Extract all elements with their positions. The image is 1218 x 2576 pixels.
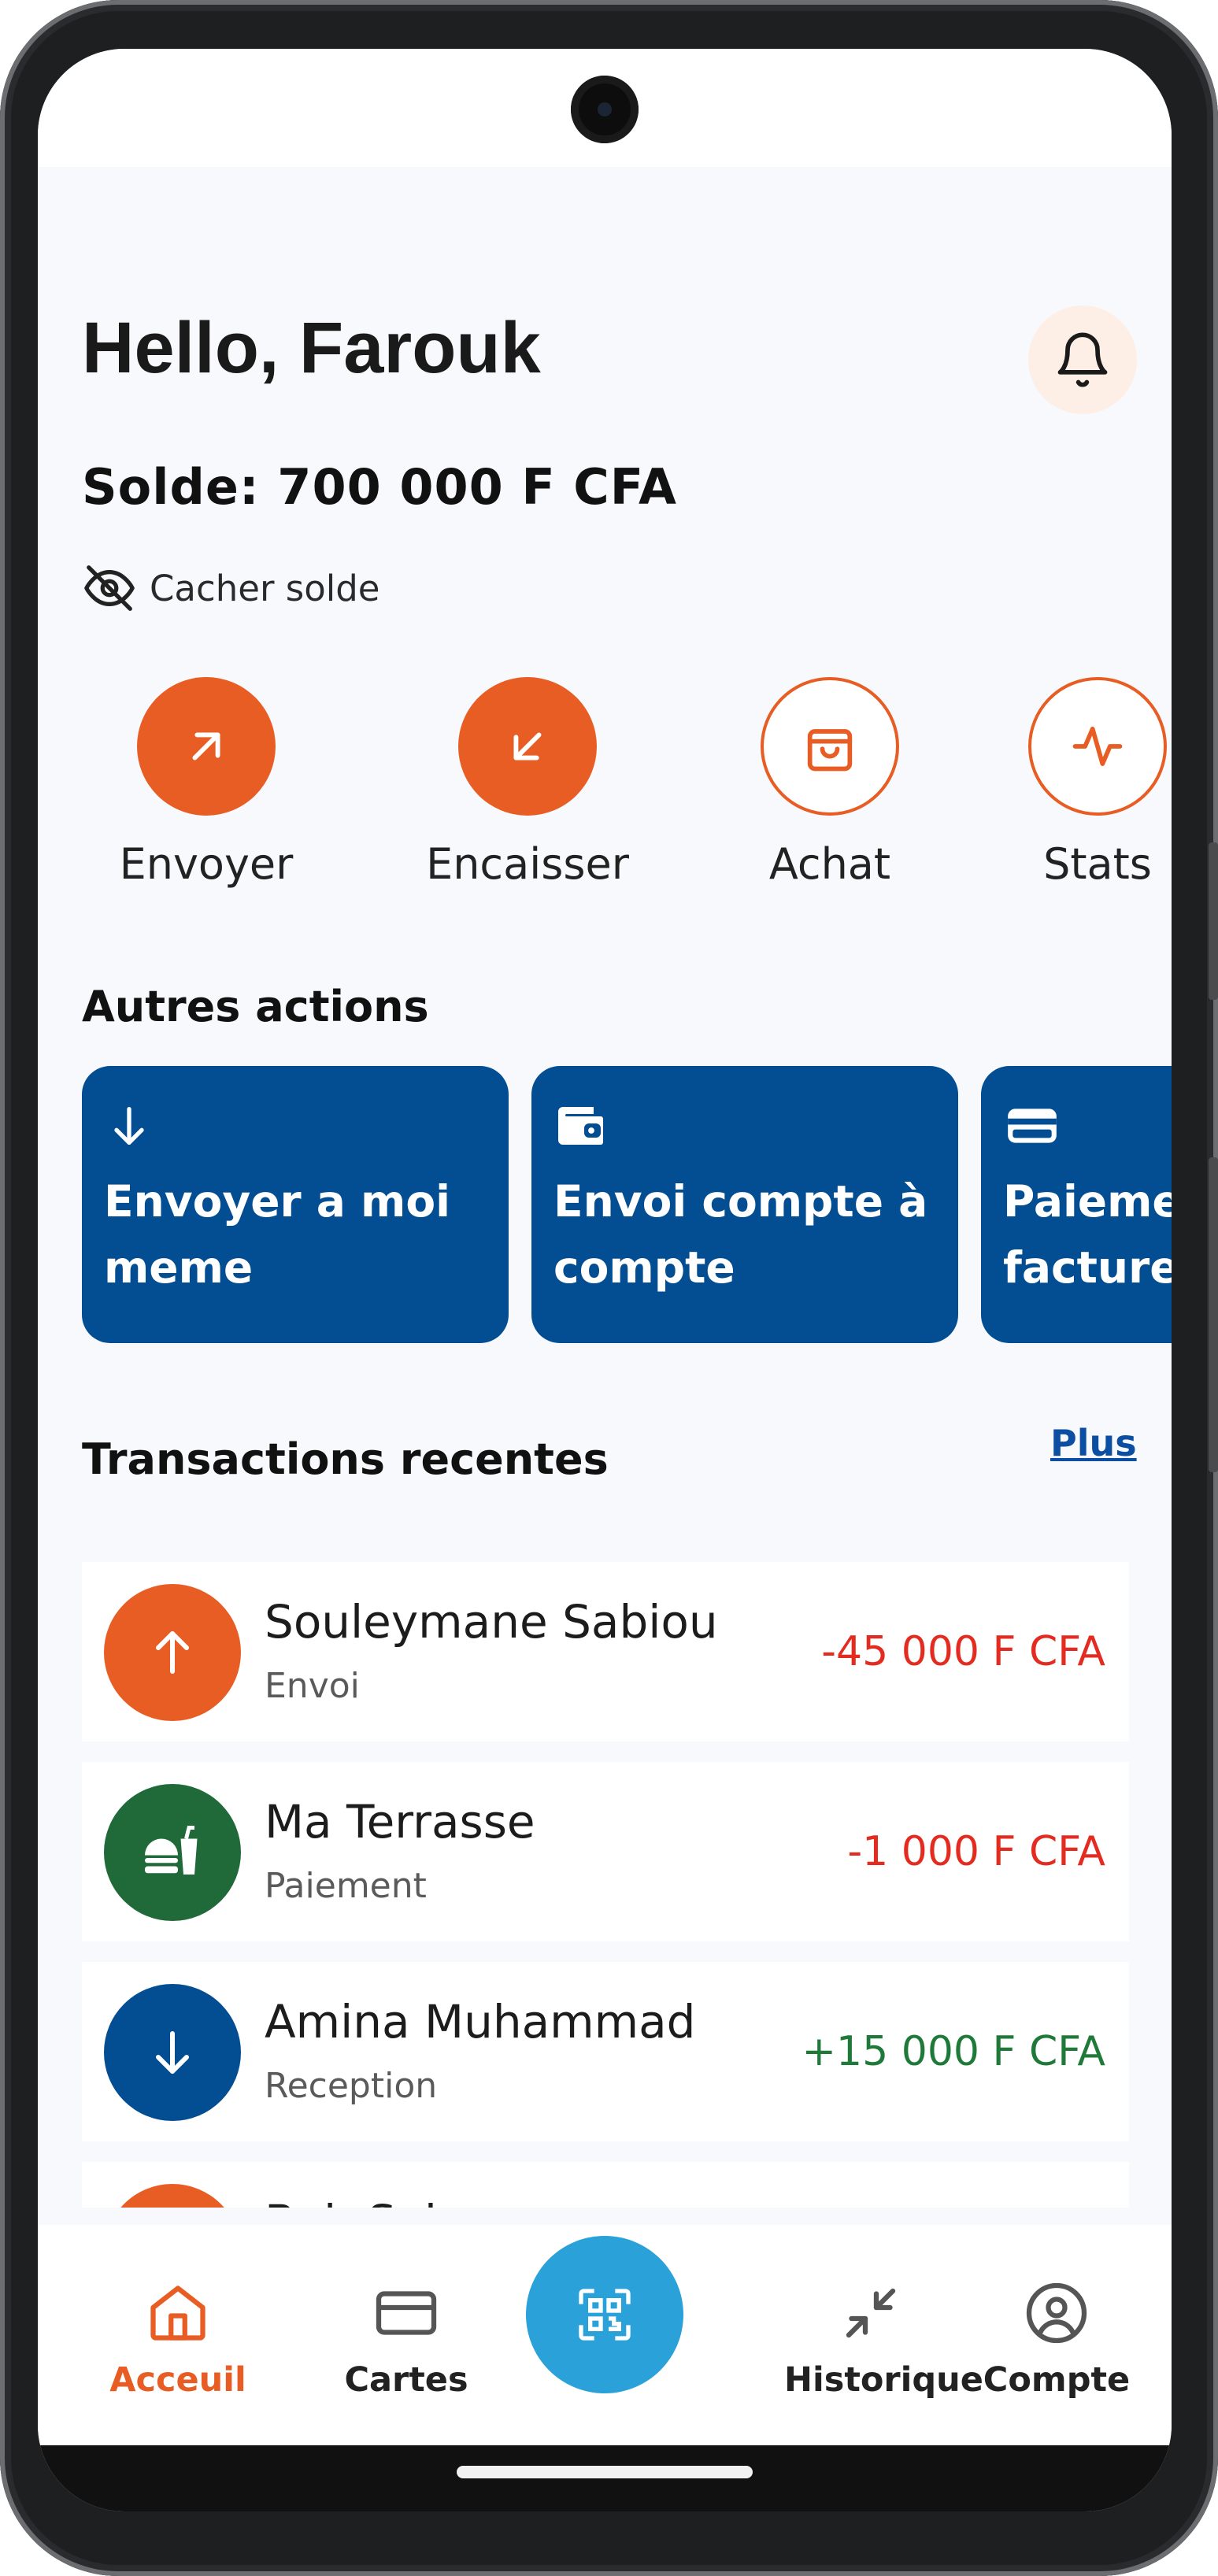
transaction-name: Amina Muhammad [265,1995,696,2049]
card-title-line: facture [1003,1242,1172,1293]
user-circle-icon [1026,2282,1087,2344]
card-title-line: Paiement [1003,1176,1172,1227]
arrow-up-right-icon [192,732,220,761]
stats-action-circle[interactable] [1028,677,1167,816]
food-icon [145,1826,198,1875]
front-camera [571,76,639,143]
hide-balance-label: Cacher solde [150,567,380,609]
stats-action-label: Stats [1043,839,1152,889]
purchase-action[interactable]: Achat [712,677,948,889]
send-to-self-card[interactable]: Envoyer a moi meme [82,1066,509,1343]
balance-text: Solde: 700 000 F CFA [82,458,677,516]
volume-button [1209,842,1218,1000]
collapse-arrows-icon [846,2288,896,2338]
arrow-up-icon [156,1631,189,1674]
nav-account[interactable]: Compte [970,2280,1143,2400]
send-action[interactable]: Envoyer [88,677,324,889]
transactions-list: Souleymane Sabiou Envoi -45 000 F CFA Ma… [82,1562,1129,2208]
transaction-type: Paiement [265,1866,427,1906]
transaction-row[interactable]: Ma Terrasse Paiement -1 000 F CFA [82,1762,1129,1941]
scan-qr-button[interactable] [526,2236,683,2393]
card-title-line: Envoyer a moi [104,1176,450,1227]
screen: Hello, Farouk Solde: 700 000 F CFA Cache… [38,49,1172,2511]
transaction-row[interactable]: Souleymane Sabiou Envoi -45 000 F CFA [82,1562,1129,1741]
phone-frame: Hello, Farouk Solde: 700 000 F CFA Cache… [0,0,1218,2576]
nav-home-label: Acceuil [109,2360,246,2400]
other-actions-title: Autres actions [82,982,429,1031]
greeting-title: Hello, Farouk [82,308,541,388]
transaction-amount: +15 000 F CFA [802,2028,1105,2075]
transaction-row[interactable]: Bob Salem [82,2162,1129,2208]
transaction-name: Souleymane Sabiou [265,1595,718,1649]
card-title-line: Envoi compte à [553,1176,928,1227]
notifications-button[interactable] [1028,305,1137,414]
gesture-area [38,2445,1172,2511]
card-icon [1008,1108,1057,1143]
transaction-avatar [104,1984,241,2121]
transaction-type: Reception [265,2066,438,2106]
bottom-navigation: Acceuil Cartes Historique Compte [38,2225,1172,2445]
arrow-down-icon [114,1107,144,1145]
nav-cards[interactable]: Cartes [320,2280,493,2400]
transaction-avatar [104,1784,241,1921]
send-action-label: Envoyer [119,839,294,889]
power-button [1209,1157,1218,1472]
stats-action[interactable]: Stats [979,677,1172,889]
shopping-bag-icon [807,729,853,772]
arrow-down-left-icon [513,732,542,761]
card-title-line: meme [104,1242,254,1293]
transactions-title: Transactions recentes [82,1434,609,1484]
account-transfer-card[interactable]: Envoi compte à compte [531,1066,958,1343]
transaction-name: Ma Terrasse [265,1795,535,1849]
bell-icon [1057,332,1108,387]
transaction-avatar [104,1584,241,1721]
send-action-circle[interactable] [137,677,276,816]
nav-home[interactable]: Acceuil [91,2280,265,2400]
purchase-action-circle[interactable] [761,677,899,816]
home-icon [150,2285,205,2341]
other-actions-carousel[interactable]: Envoyer a moi meme Envoi compte à compte P… [82,1066,1172,1343]
collect-action-label: Encaisser [426,839,629,889]
activity-icon [1072,726,1123,767]
status-bar [38,49,1172,167]
eye-off-icon [84,565,135,611]
transaction-avatar [104,2184,241,2208]
transaction-type: Envoi [265,1666,360,1706]
nav-cards-label: Cartes [344,2360,468,2400]
hide-balance-toggle[interactable]: Cacher solde [82,561,379,616]
collect-action[interactable]: Encaisser [409,677,646,889]
home-content: Hello, Farouk Solde: 700 000 F CFA Cache… [38,167,1172,2225]
transaction-name: Bob Salem [265,2195,509,2208]
collect-action-circle[interactable] [458,677,597,816]
purchase-action-label: Achat [768,839,891,889]
card-icon [376,2291,437,2335]
wallet-icon [558,1107,603,1145]
nav-history-label: Historique [784,2360,983,2400]
transaction-amount: -45 000 F CFA [821,1628,1105,1675]
nav-account-label: Compte [983,2360,1131,2400]
home-indicator[interactable] [457,2466,753,2478]
transaction-amount: -1 000 F CFA [847,1828,1105,1875]
qr-scan-icon [579,2289,631,2341]
card-title-line: compte [553,1242,735,1293]
nav-history[interactable]: Historique [784,2280,983,2400]
arrow-down-icon [156,2031,189,2074]
more-transactions-link[interactable]: Plus [1050,1422,1137,1464]
bill-payment-card[interactable]: Paiement facture [981,1066,1172,1343]
transaction-row[interactable]: Amina Muhammad Reception +15 000 F CFA [82,1962,1129,2141]
